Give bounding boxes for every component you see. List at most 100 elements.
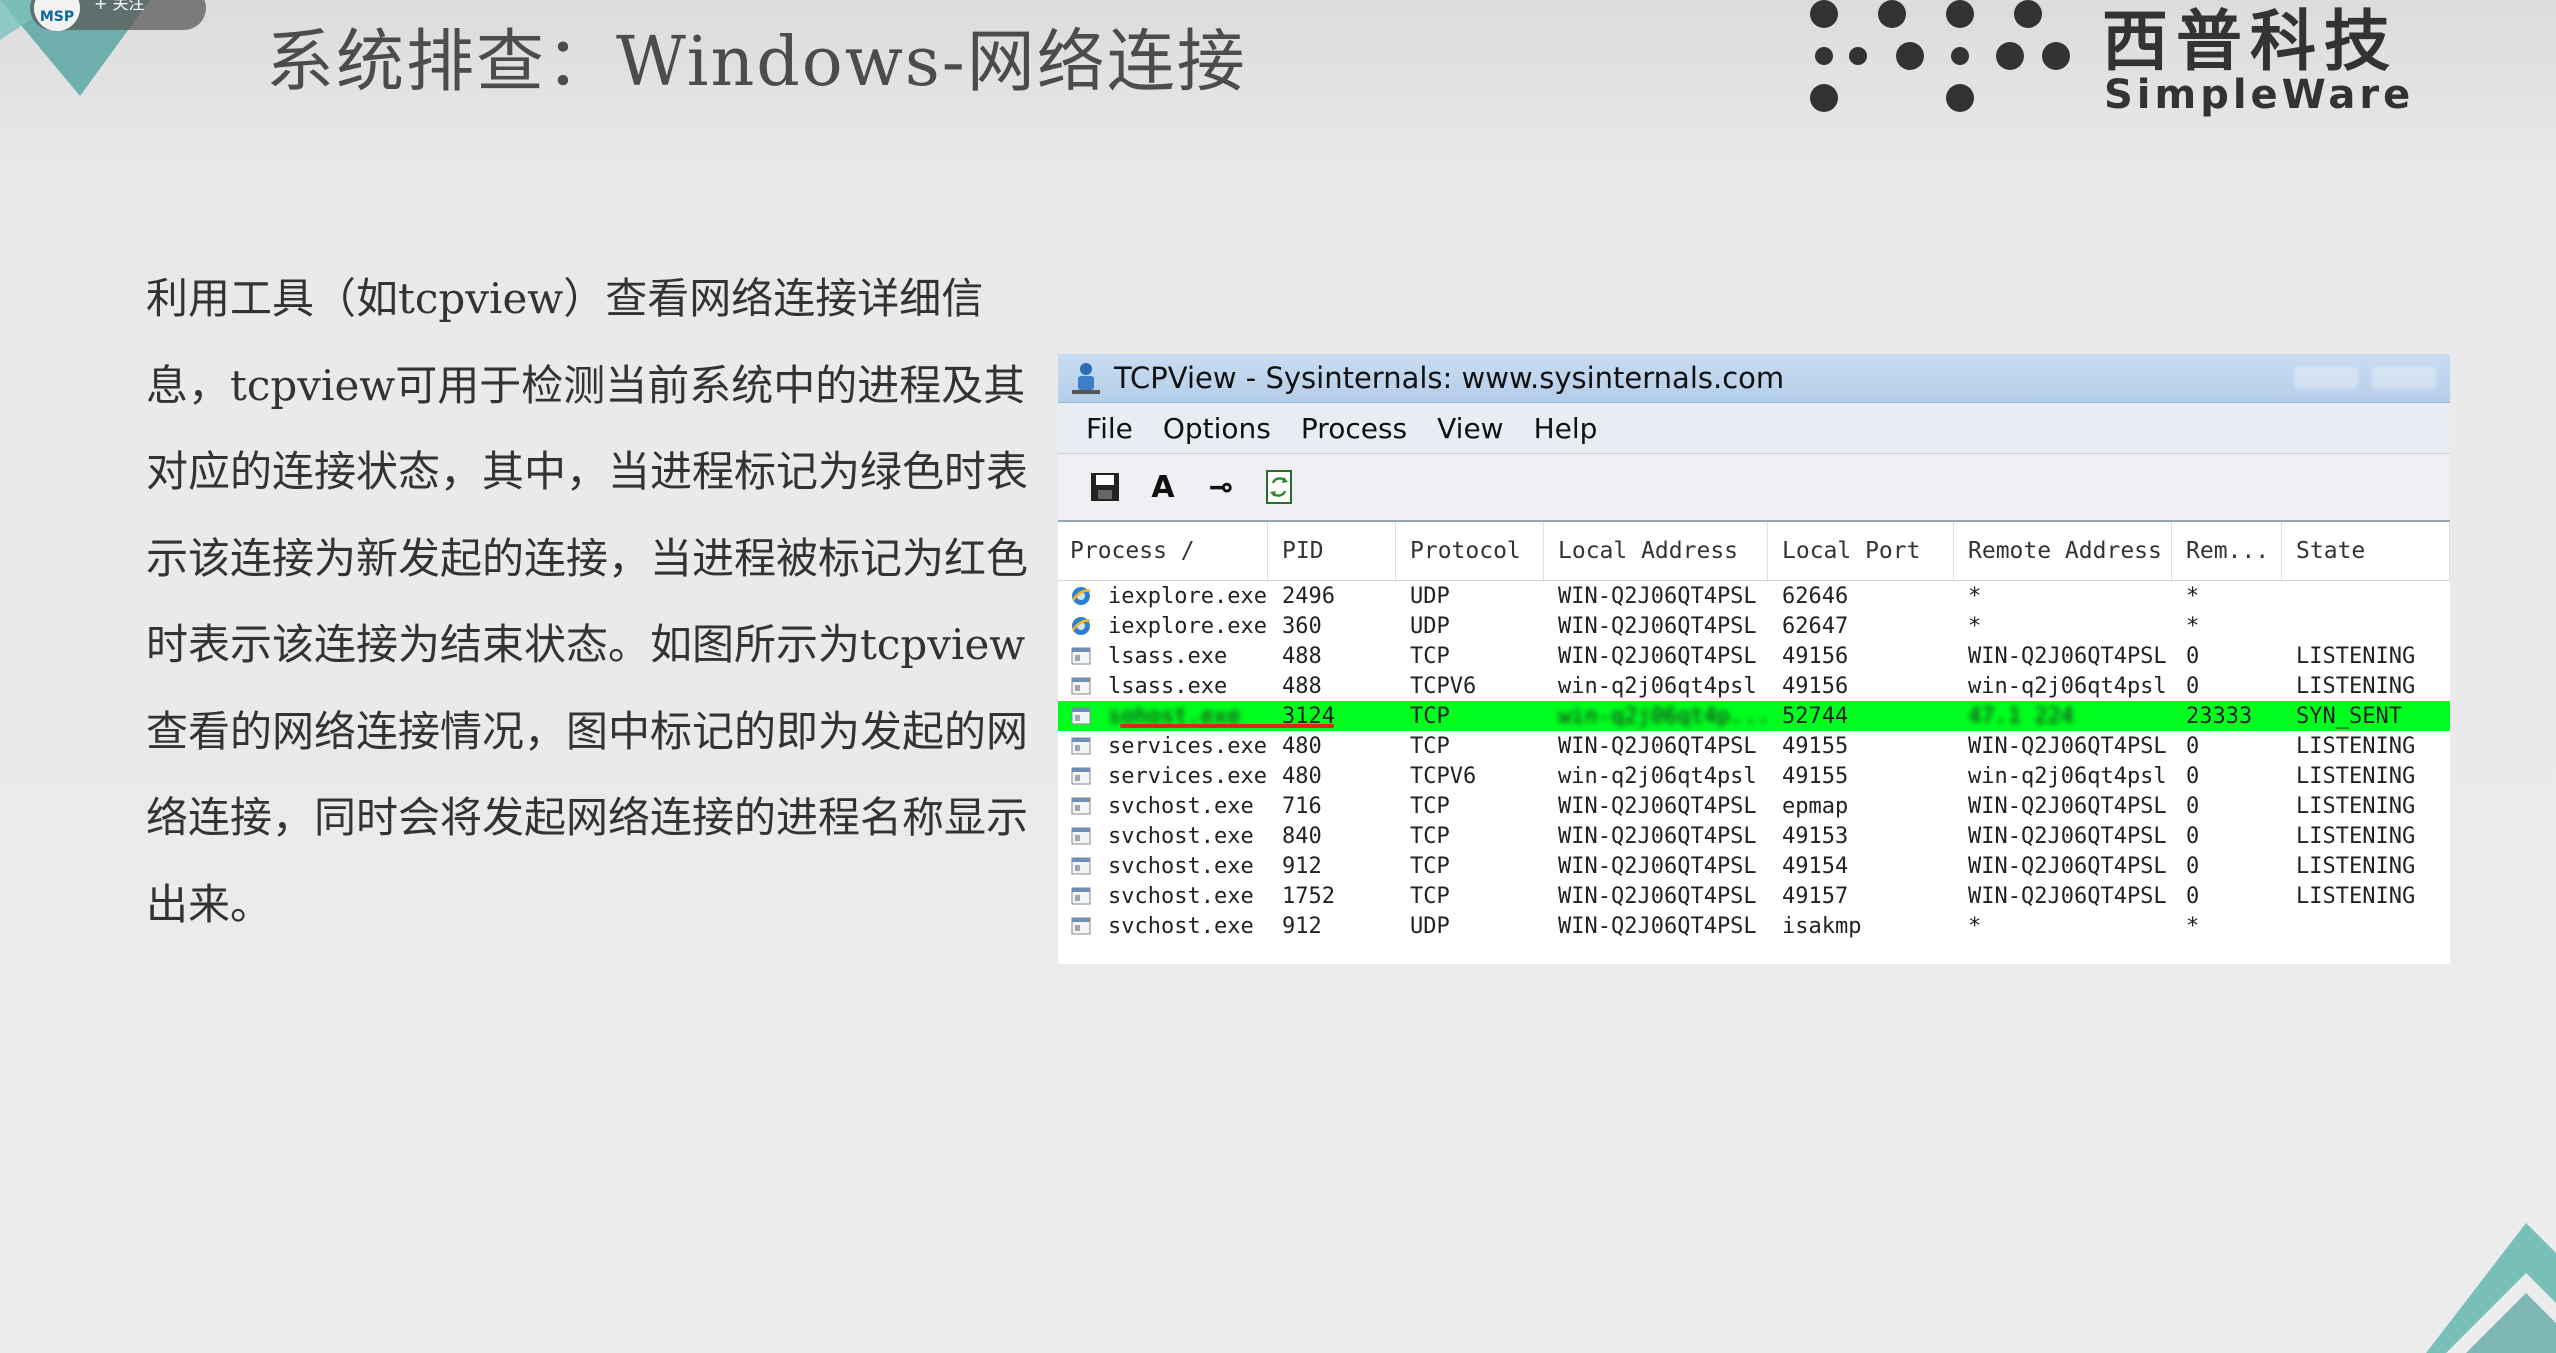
process-icon — [1071, 707, 1091, 725]
local-port-cell: epmap — [1782, 793, 1849, 819]
process-cell: svchost.exe — [1058, 854, 1268, 879]
local-address-cell: win-q2j06qt4p... — [1558, 703, 1768, 729]
process-name: lsass.exe — [1108, 673, 1228, 699]
protocol-cell: TCP — [1410, 703, 1450, 729]
process-cell: iexplore.exe — [1058, 584, 1268, 609]
process-name: iexplore.exe — [1108, 613, 1267, 639]
pid-cell: 480 — [1282, 763, 1322, 789]
process-icon — [1071, 887, 1091, 905]
remote-port-cell: 0 — [2186, 823, 2200, 849]
column-header-remote-port[interactable]: Rem... — [2172, 522, 2282, 580]
state-cell: LISTENING — [2296, 733, 2416, 759]
protocol-cell: TCP — [1410, 793, 1450, 819]
table-row[interactable]: svchost.exe 912 UDP WIN-Q2J06QT4PSL isakmp * * — [1058, 911, 2450, 941]
table-row[interactable]: services.exe 480 TCPV6 win-q2j06qt4psl 49155… — [1058, 761, 2450, 791]
connections-table: Process / PID Protocol Local Address Loc… — [1058, 522, 2450, 941]
minimize-button[interactable] — [2294, 367, 2358, 389]
table-row[interactable]: svchost.exe 1752 TCP WIN-Q2J06QT4PSL 49157 WI… — [1058, 881, 2450, 911]
column-header-protocol[interactable]: Protocol — [1396, 522, 1544, 580]
protocol-cell: UDP — [1410, 913, 1450, 939]
local-port-cell: 49155 — [1782, 733, 1849, 759]
local-address-cell: WIN-Q2J06QT4PSL — [1558, 823, 1757, 849]
column-header-local-address[interactable]: Local Address — [1544, 522, 1768, 580]
ie-icon — [1071, 587, 1091, 605]
remote-port-cell: 23333 — [2186, 703, 2253, 729]
window-title: TCPView - Sysinternals: www.sysinternals… — [1114, 361, 1785, 395]
save-button[interactable] — [1088, 467, 1122, 507]
refresh-button[interactable] — [1262, 467, 1296, 507]
column-header-process[interactable]: Process / — [1058, 522, 1268, 580]
process-icon — [1071, 857, 1091, 875]
table-row[interactable]: lsass.exe 488 TCP WIN-Q2J06QT4PSL 49156 WIN-Q… — [1058, 641, 2450, 671]
close-button[interactable] — [2372, 367, 2436, 389]
state-cell: SYN_SENT — [2296, 703, 2402, 729]
remote-address-cell: WIN-Q2J06QT4PSL — [1968, 823, 2167, 849]
process-name: services.exe — [1108, 733, 1267, 759]
process-name: svchost.exe — [1108, 913, 1254, 939]
remote-port-cell: 0 — [2186, 733, 2200, 759]
process-icon — [1071, 737, 1091, 755]
local-port-cell: 49156 — [1782, 673, 1849, 699]
remote-port-cell: * — [2186, 913, 2200, 939]
remote-address-cell: * — [1968, 913, 1982, 939]
protocol-cell: UDP — [1410, 583, 1450, 609]
state-cell: LISTENING — [2296, 883, 2416, 909]
follow-badge[interactable]: MSP + 关注 — [30, 0, 206, 31]
remote-address-cell: 47.1 224 — [1968, 703, 2074, 729]
table-row[interactable]: iexplore.exe 360 UDP WIN-Q2J06QT4PSL 62647 * * — [1058, 611, 2450, 641]
remote-address-cell: WIN-Q2J06QT4PSL — [1968, 883, 2167, 909]
remote-port-cell: * — [2186, 583, 2200, 609]
table-body: iexplore.exe 2496 UDP WIN-Q2J06QT4PSL 62646 *… — [1058, 581, 2450, 941]
column-header-state[interactable]: State — [2282, 522, 2450, 580]
protocol-cell: TCP — [1410, 643, 1450, 669]
table-row[interactable]: svchost.exe 716 TCP WIN-Q2J06QT4PSL epmap WIN… — [1058, 791, 2450, 821]
pid-cell: 840 — [1282, 823, 1322, 849]
remote-port-cell: 0 — [2186, 853, 2200, 879]
pid-cell: 912 — [1282, 853, 1322, 879]
pid-cell: 480 — [1282, 733, 1322, 759]
channel-logo: MSP — [34, 0, 80, 31]
tcpview-window: TCPView - Sysinternals: www.sysinternals… — [1058, 354, 2450, 964]
connect-button[interactable]: ⊸ — [1204, 467, 1238, 507]
menu-help[interactable]: Help — [1519, 412, 1613, 445]
menu-options[interactable]: Options — [1148, 412, 1286, 445]
pid-cell: 360 — [1282, 613, 1322, 639]
protocol-cell: TCP — [1410, 823, 1450, 849]
process-name: svchost.exe — [1108, 793, 1254, 819]
column-header-local-port[interactable]: Local Port — [1768, 522, 1954, 580]
red-underline-marker — [1120, 724, 1334, 728]
menu-process[interactable]: Process — [1286, 412, 1422, 445]
menu-view[interactable]: View — [1422, 412, 1518, 445]
local-address-cell: WIN-Q2J06QT4PSL — [1558, 643, 1757, 669]
font-icon: A — [1151, 469, 1175, 505]
tcpview-app-icon — [1072, 363, 1100, 394]
window-controls — [2294, 367, 2436, 389]
process-cell: svchost.exe — [1058, 794, 1268, 819]
window-titlebar[interactable]: TCPView - Sysinternals: www.sysinternals… — [1058, 354, 2450, 403]
state-cell: LISTENING — [2296, 793, 2416, 819]
table-row[interactable]: lsass.exe 488 TCPV6 win-q2j06qt4psl 49156 win… — [1058, 671, 2450, 701]
table-row[interactable]: iexplore.exe 2496 UDP WIN-Q2J06QT4PSL 62646 *… — [1058, 581, 2450, 611]
remote-address-cell: WIN-Q2J06QT4PSL — [1968, 733, 2167, 759]
column-header-pid[interactable]: PID — [1268, 522, 1396, 580]
menu-file[interactable]: File — [1058, 412, 1148, 445]
font-button[interactable]: A — [1146, 467, 1180, 507]
process-cell: iexplore.exe — [1058, 614, 1268, 639]
slide-title: 系统排查：Windows-网络连接 — [266, 23, 1247, 102]
process-icon — [1071, 827, 1091, 845]
process-cell: svchost.exe — [1058, 914, 1268, 939]
follow-label: + 关注 — [94, 0, 145, 13]
pid-cell: 488 — [1282, 643, 1322, 669]
process-cell: lsass.exe — [1058, 644, 1268, 669]
table-row[interactable]: services.exe 480 TCP WIN-Q2J06QT4PSL 49155 WI… — [1058, 731, 2450, 761]
pid-cell: 1752 — [1282, 883, 1335, 909]
column-header-remote-address[interactable]: Remote Address — [1954, 522, 2172, 580]
remote-address-cell: WIN-Q2J06QT4PSL — [1968, 793, 2167, 819]
local-port-cell: 49157 — [1782, 883, 1849, 909]
protocol-cell: TCP — [1410, 853, 1450, 879]
process-cell: lsass.exe — [1058, 674, 1268, 699]
local-port-cell: 49155 — [1782, 763, 1849, 789]
table-row[interactable]: svchost.exe 840 TCP WIN-Q2J06QT4PSL 49153 WIN… — [1058, 821, 2450, 851]
table-row[interactable]: svchost.exe 912 TCP WIN-Q2J06QT4PSL 49154 WIN… — [1058, 851, 2450, 881]
process-name: svchost.exe — [1108, 883, 1254, 909]
